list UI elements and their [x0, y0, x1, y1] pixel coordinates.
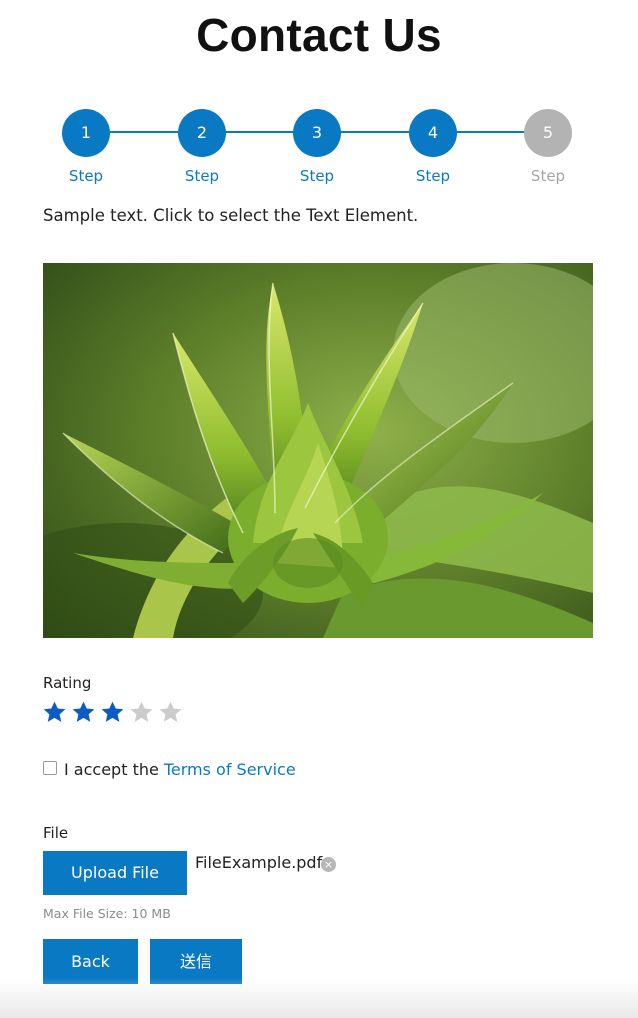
file-label: File [43, 824, 69, 842]
step-number: 1 [62, 109, 110, 157]
max-file-size-hint: Max File Size: 10 MB [43, 906, 171, 921]
step-3[interactable]: 3 Step [277, 109, 357, 185]
step-2[interactable]: 2 Step [162, 109, 242, 185]
step-label: Step [184, 167, 220, 185]
terms-checkbox[interactable] [43, 760, 57, 775]
star-filled-icon[interactable] [71, 700, 96, 725]
step-5[interactable]: 5 Step [508, 109, 588, 185]
step-number: 4 [409, 109, 457, 157]
star-rating[interactable] [42, 700, 183, 725]
step-label: Step [415, 167, 451, 185]
bottom-fade [0, 978, 638, 1018]
step-label: Step [530, 167, 566, 185]
remove-file-icon[interactable]: × [321, 857, 336, 872]
terms-checkbox-row[interactable]: I accept the Terms of Service [43, 760, 296, 779]
progress-stepper: 1 Step 2 Step 3 Step 4 Step 5 Step [0, 0, 638, 200]
step-number: 2 [178, 109, 226, 157]
intro-text: Sample text. Click to select the Text El… [43, 206, 419, 225]
step-number: 3 [293, 109, 341, 157]
step-number: 5 [524, 109, 572, 157]
star-filled-icon[interactable] [42, 700, 67, 725]
rating-label: Rating [43, 674, 92, 692]
terms-prefix: I accept the [64, 760, 159, 779]
step-label: Step [68, 167, 104, 185]
sunflower-bud-image [43, 263, 593, 638]
terms-of-service-link[interactable]: Terms of Service [164, 760, 296, 779]
step-1[interactable]: 1 Step [46, 109, 126, 185]
star-empty-icon[interactable] [158, 700, 183, 725]
upload-file-button[interactable]: Upload File [43, 851, 187, 895]
step-4[interactable]: 4 Step [393, 109, 473, 185]
star-filled-icon[interactable] [100, 700, 125, 725]
uploaded-file-name: FileExample.pdf [195, 853, 323, 872]
star-empty-icon[interactable] [129, 700, 154, 725]
step-label: Step [299, 167, 335, 185]
